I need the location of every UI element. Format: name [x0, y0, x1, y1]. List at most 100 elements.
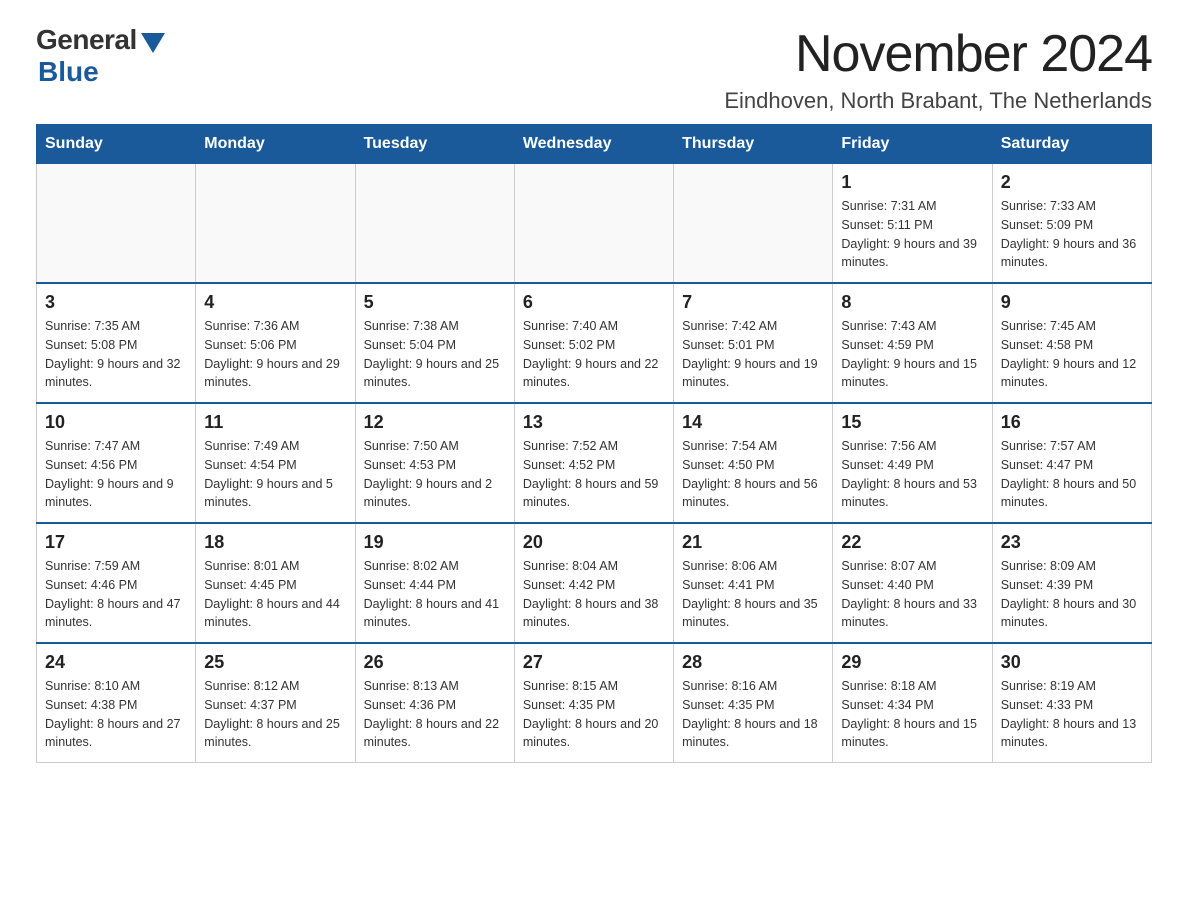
- day-number: 23: [1001, 532, 1143, 553]
- day-info: Sunrise: 7:57 AM Sunset: 4:47 PM Dayligh…: [1001, 437, 1143, 512]
- day-cell-26: 26Sunrise: 8:13 AM Sunset: 4:36 PM Dayli…: [355, 643, 514, 763]
- day-number: 20: [523, 532, 665, 553]
- day-info: Sunrise: 7:31 AM Sunset: 5:11 PM Dayligh…: [841, 197, 983, 272]
- day-number: 7: [682, 292, 824, 313]
- day-info: Sunrise: 8:07 AM Sunset: 4:40 PM Dayligh…: [841, 557, 983, 632]
- day-cell-10: 10 Sunrise: 7:47 AM Sunset: 4:56 PM Dayli…: [37, 403, 196, 523]
- day-cell-14: 14Sunrise: 7:54 AM Sunset: 4:50 PM Dayli…: [674, 403, 833, 523]
- calendar-container: SundayMondayTuesdayWednesdayThursdayFrid…: [0, 124, 1188, 783]
- main-title: November 2024: [724, 24, 1152, 84]
- day-cell-17: 17 Sunrise: 7:59 AM Sunset: 4:46 PM Dayli…: [37, 523, 196, 643]
- day-number: 22: [841, 532, 983, 553]
- day-cell-4: 4 Sunrise: 7:36 AM Sunset: 5:06 PM Daylig…: [196, 283, 355, 403]
- week-row-5: 24 Sunrise: 8:10 AM Sunset: 4:38 PM Dayli…: [37, 643, 1152, 763]
- empty-cell-0-2: [355, 164, 514, 284]
- day-number: 15: [841, 412, 983, 433]
- day-info: Sunrise: 7:59 AM Sunset: 4:46 PM Dayligh…: [45, 557, 187, 632]
- day-cell-3: 3Sunrise: 7:35 AM Sunset: 5:08 PM Daylig…: [37, 283, 196, 403]
- day-cell-13: 13 Sunrise: 7:52 AM Sunset: 4:52 PM Dayli…: [514, 403, 673, 523]
- empty-cell-0-1: [196, 164, 355, 284]
- day-info: Sunrise: 7:50 AM Sunset: 4:53 PM Dayligh…: [364, 437, 506, 512]
- day-info: Sunrise: 8:19 AM Sunset: 4:33 PM Dayligh…: [1001, 677, 1143, 752]
- day-cell-15: 15 Sunrise: 7:56 AM Sunset: 4:49 PM Dayli…: [833, 403, 992, 523]
- page-header: General Blue November 2024 Eindhoven, No…: [0, 0, 1188, 124]
- day-number: 4: [204, 292, 346, 313]
- day-number: 11: [204, 412, 346, 433]
- day-cell-8: 8Sunrise: 7:43 AM Sunset: 4:59 PM Daylig…: [833, 283, 992, 403]
- header-monday: Monday: [196, 125, 355, 164]
- day-info: Sunrise: 8:09 AM Sunset: 4:39 PM Dayligh…: [1001, 557, 1143, 632]
- day-cell-21: 21 Sunrise: 8:06 AM Sunset: 4:41 PM Dayli…: [674, 523, 833, 643]
- calendar-table: SundayMondayTuesdayWednesdayThursdayFrid…: [36, 124, 1152, 763]
- day-info: Sunrise: 8:16 AM Sunset: 4:35 PM Dayligh…: [682, 677, 824, 752]
- logo-blue-text: Blue: [38, 56, 99, 88]
- day-number: 30: [1001, 652, 1143, 673]
- day-info: Sunrise: 8:04 AM Sunset: 4:42 PM Dayligh…: [523, 557, 665, 632]
- day-info: Sunrise: 8:06 AM Sunset: 4:41 PM Dayligh…: [682, 557, 824, 632]
- day-info: Sunrise: 7:49 AM Sunset: 4:54 PM Dayligh…: [204, 437, 346, 512]
- day-cell-25: 25Sunrise: 8:12 AM Sunset: 4:37 PM Dayli…: [196, 643, 355, 763]
- day-number: 28: [682, 652, 824, 673]
- day-info: Sunrise: 7:56 AM Sunset: 4:49 PM Dayligh…: [841, 437, 983, 512]
- week-row-4: 17 Sunrise: 7:59 AM Sunset: 4:46 PM Dayli…: [37, 523, 1152, 643]
- day-number: 17: [45, 532, 187, 553]
- logo: General Blue: [36, 24, 165, 88]
- day-info: Sunrise: 7:36 AM Sunset: 5:06 PM Dayligh…: [204, 317, 346, 392]
- day-info: Sunrise: 7:52 AM Sunset: 4:52 PM Dayligh…: [523, 437, 665, 512]
- day-cell-7: 7 Sunrise: 7:42 AM Sunset: 5:01 PM Daylig…: [674, 283, 833, 403]
- day-info: Sunrise: 8:10 AM Sunset: 4:38 PM Dayligh…: [45, 677, 187, 752]
- day-number: 2: [1001, 172, 1143, 193]
- header-sunday: Sunday: [37, 125, 196, 164]
- day-number: 26: [364, 652, 506, 673]
- day-info: Sunrise: 7:38 AM Sunset: 5:04 PM Dayligh…: [364, 317, 506, 392]
- day-info: Sunrise: 7:54 AM Sunset: 4:50 PM Dayligh…: [682, 437, 824, 512]
- day-info: Sunrise: 8:15 AM Sunset: 4:35 PM Dayligh…: [523, 677, 665, 752]
- day-info: Sunrise: 7:47 AM Sunset: 4:56 PM Dayligh…: [45, 437, 187, 512]
- day-number: 12: [364, 412, 506, 433]
- day-cell-18: 18 Sunrise: 8:01 AM Sunset: 4:45 PM Dayli…: [196, 523, 355, 643]
- day-info: Sunrise: 8:18 AM Sunset: 4:34 PM Dayligh…: [841, 677, 983, 752]
- title-section: November 2024 Eindhoven, North Brabant, …: [724, 24, 1152, 114]
- empty-cell-0-3: [514, 164, 673, 284]
- day-number: 18: [204, 532, 346, 553]
- day-cell-5: 5 Sunrise: 7:38 AM Sunset: 5:04 PM Daylig…: [355, 283, 514, 403]
- day-number: 24: [45, 652, 187, 673]
- day-info: Sunrise: 7:42 AM Sunset: 5:01 PM Dayligh…: [682, 317, 824, 392]
- day-number: 9: [1001, 292, 1143, 313]
- header-row: SundayMondayTuesdayWednesdayThursdayFrid…: [37, 125, 1152, 164]
- day-cell-27: 27 Sunrise: 8:15 AM Sunset: 4:35 PM Dayli…: [514, 643, 673, 763]
- day-number: 19: [364, 532, 506, 553]
- header-thursday: Thursday: [674, 125, 833, 164]
- week-row-2: 3Sunrise: 7:35 AM Sunset: 5:08 PM Daylig…: [37, 283, 1152, 403]
- day-number: 13: [523, 412, 665, 433]
- day-cell-1: 1Sunrise: 7:31 AM Sunset: 5:11 PM Daylig…: [833, 164, 992, 284]
- subtitle: Eindhoven, North Brabant, The Netherland…: [724, 88, 1152, 114]
- day-number: 6: [523, 292, 665, 313]
- header-wednesday: Wednesday: [514, 125, 673, 164]
- logo-triangle-icon: [141, 33, 165, 53]
- week-row-3: 10 Sunrise: 7:47 AM Sunset: 4:56 PM Dayli…: [37, 403, 1152, 523]
- day-cell-12: 12 Sunrise: 7:50 AM Sunset: 4:53 PM Dayli…: [355, 403, 514, 523]
- day-number: 16: [1001, 412, 1143, 433]
- day-number: 3: [45, 292, 187, 313]
- day-number: 21: [682, 532, 824, 553]
- day-info: Sunrise: 7:33 AM Sunset: 5:09 PM Dayligh…: [1001, 197, 1143, 272]
- day-cell-24: 24 Sunrise: 8:10 AM Sunset: 4:38 PM Dayli…: [37, 643, 196, 763]
- header-saturday: Saturday: [992, 125, 1151, 164]
- day-info: Sunrise: 8:01 AM Sunset: 4:45 PM Dayligh…: [204, 557, 346, 632]
- day-number: 10: [45, 412, 187, 433]
- day-cell-23: 23 Sunrise: 8:09 AM Sunset: 4:39 PM Dayli…: [992, 523, 1151, 643]
- day-cell-11: 11 Sunrise: 7:49 AM Sunset: 4:54 PM Dayli…: [196, 403, 355, 523]
- day-cell-19: 19Sunrise: 8:02 AM Sunset: 4:44 PM Dayli…: [355, 523, 514, 643]
- logo-general-text: General: [36, 24, 137, 56]
- day-number: 27: [523, 652, 665, 673]
- day-cell-9: 9 Sunrise: 7:45 AM Sunset: 4:58 PM Daylig…: [992, 283, 1151, 403]
- day-cell-16: 16 Sunrise: 7:57 AM Sunset: 4:47 PM Dayli…: [992, 403, 1151, 523]
- header-tuesday: Tuesday: [355, 125, 514, 164]
- day-cell-28: 28 Sunrise: 8:16 AM Sunset: 4:35 PM Dayli…: [674, 643, 833, 763]
- day-number: 8: [841, 292, 983, 313]
- day-cell-22: 22 Sunrise: 8:07 AM Sunset: 4:40 PM Dayli…: [833, 523, 992, 643]
- day-number: 5: [364, 292, 506, 313]
- day-info: Sunrise: 7:45 AM Sunset: 4:58 PM Dayligh…: [1001, 317, 1143, 392]
- day-cell-6: 6Sunrise: 7:40 AM Sunset: 5:02 PM Daylig…: [514, 283, 673, 403]
